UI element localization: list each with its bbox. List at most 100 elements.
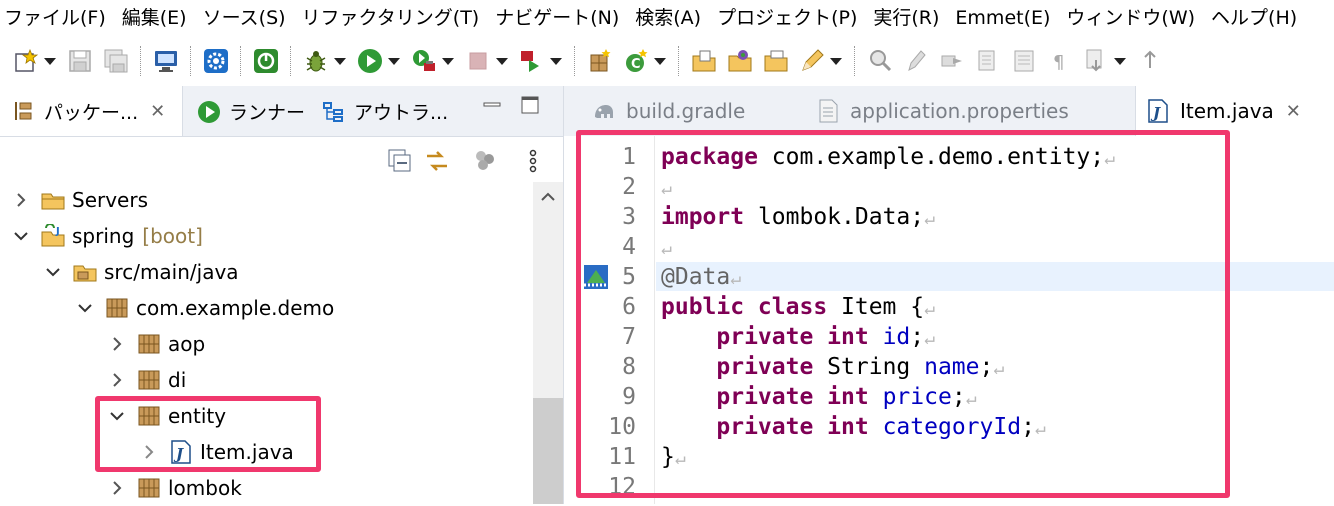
next-annotation-icon[interactable]: [938, 47, 966, 75]
filter-icon[interactable]: [472, 148, 498, 174]
tab-outline[interactable]: アウトラ...: [310, 86, 448, 136]
chevron-right-icon[interactable]: [108, 371, 126, 389]
outline-icon: [322, 100, 344, 122]
menu-navigate[interactable]: ナビゲート(N): [487, 0, 627, 36]
tree-item-com-example-demo[interactable]: com.example.demo: [76, 290, 334, 326]
tree-item-aop[interactable]: aop: [108, 326, 205, 362]
menu-help[interactable]: ヘルプ(H): [1203, 0, 1305, 36]
tab-runner[interactable]: ランナー: [185, 86, 305, 136]
chevron-right-icon[interactable]: [108, 335, 126, 353]
deploy-icon[interactable]: [518, 47, 546, 75]
chevron-down-icon[interactable]: [44, 263, 62, 281]
highlight-box-editor: [576, 130, 1230, 498]
pen-icon[interactable]: [798, 47, 826, 75]
tree-item-label: di: [168, 368, 187, 392]
menu-source[interactable]: ソース(S): [195, 0, 294, 36]
tree-item-src-main-java[interactable]: src/main/java: [44, 254, 239, 290]
collapse-all-icon[interactable]: [387, 148, 413, 174]
save-all-icon[interactable]: [102, 47, 130, 75]
tab-package-explorer[interactable]: パッケー... ✕: [0, 86, 183, 136]
tab-build-gradle[interactable]: build.gradle: [582, 86, 745, 136]
menu-run[interactable]: 実行(R): [865, 0, 947, 36]
tree-item-lombok[interactable]: lombok: [108, 470, 242, 506]
run-dropdown[interactable]: [388, 47, 400, 75]
tree-item-spring[interactable]: J spring [boot]: [12, 218, 203, 254]
tree-item-label: aop: [168, 332, 206, 356]
menu-edit[interactable]: 編集(E): [114, 0, 195, 36]
open-task-icon[interactable]: [726, 47, 754, 75]
package-icon: [104, 296, 130, 320]
prev-annotation-icon[interactable]: [974, 47, 1002, 75]
marker-icon[interactable]: [902, 47, 930, 75]
tree-item-di[interactable]: di: [108, 362, 186, 398]
run-icon[interactable]: [356, 47, 384, 75]
menu-search[interactable]: 検索(A): [627, 0, 709, 36]
new-file-icon[interactable]: [12, 47, 40, 75]
tab-label: build.gradle: [626, 99, 746, 123]
chevron-down-icon[interactable]: [12, 227, 30, 245]
chevron-down-icon[interactable]: [76, 299, 94, 317]
close-icon[interactable]: ✕: [1286, 101, 1301, 122]
deploy-dropdown[interactable]: [550, 47, 562, 75]
next-edit-icon[interactable]: [1082, 47, 1110, 75]
tab-application-properties[interactable]: application.properties: [806, 86, 1069, 136]
new-class-icon[interactable]: C: [622, 47, 650, 75]
tab-item-java[interactable]: J Item.java ✕: [1135, 86, 1334, 136]
menu-emmet[interactable]: Emmet(E): [947, 0, 1058, 36]
tree-item-label: com.example.demo: [136, 296, 335, 320]
menu-project[interactable]: プロジェクト(P): [709, 0, 865, 36]
package-icon: [136, 368, 162, 392]
search-icon[interactable]: [866, 47, 894, 75]
boot-decoration: [boot]: [142, 224, 203, 248]
package-explorer-icon: [12, 100, 34, 122]
chevron-right-icon[interactable]: [108, 479, 126, 497]
stop-icon[interactable]: [464, 47, 492, 75]
editor-panel: build.gradle application.properties J It…: [563, 86, 1334, 504]
tree-item-label: Servers: [72, 188, 149, 212]
save-icon[interactable]: [66, 47, 94, 75]
toolbar-separator: [854, 46, 856, 76]
pen-dropdown[interactable]: [830, 47, 842, 75]
debug-bug-icon[interactable]: [302, 47, 330, 75]
maximize-icon[interactable]: [521, 96, 539, 114]
gear-icon[interactable]: [202, 47, 230, 75]
prev-edit-icon[interactable]: [1136, 47, 1164, 75]
source-folder-icon: [72, 260, 98, 284]
new-dropdown[interactable]: [44, 47, 56, 75]
stop-dropdown[interactable]: [496, 47, 508, 75]
view-menu-icon[interactable]: [520, 148, 546, 174]
properties-file-icon: [816, 99, 840, 123]
tree-item-servers[interactable]: Servers: [12, 182, 148, 218]
toolbar-separator: [240, 46, 242, 76]
package-explorer-panel: パッケー... ✕ ランナー アウトラ... Servers J spring …: [0, 86, 563, 504]
menu-file[interactable]: ファイル(F): [0, 0, 114, 36]
tree-scrollbar[interactable]: [533, 182, 563, 504]
external-tools-icon[interactable]: [410, 47, 438, 75]
open-folder-icon[interactable]: [762, 47, 790, 75]
next-edit-dropdown[interactable]: [1114, 47, 1126, 75]
menu-window[interactable]: ウィンドウ(W): [1058, 0, 1203, 36]
tree-item-label: spring: [72, 224, 135, 248]
tree-item-label: lombok: [168, 476, 242, 500]
spring-boot-icon[interactable]: [252, 47, 280, 75]
new-class-dropdown[interactable]: [654, 47, 666, 75]
toolbar-separator: [574, 46, 576, 76]
chevron-right-icon[interactable]: [12, 191, 30, 209]
close-icon[interactable]: ✕: [150, 101, 165, 122]
debug-dropdown[interactable]: [334, 47, 346, 75]
external-tools-dropdown[interactable]: [442, 47, 454, 75]
link-with-editor-icon[interactable]: [424, 148, 450, 174]
menu-refactor[interactable]: リファクタリング(T): [294, 0, 488, 36]
chevron-up-icon[interactable]: [533, 182, 563, 212]
open-type-icon[interactable]: [690, 47, 718, 75]
show-whitespace-icon[interactable]: ¶: [1046, 47, 1074, 75]
new-package-icon[interactable]: [586, 47, 614, 75]
monitor-icon[interactable]: [152, 47, 180, 75]
minimize-icon[interactable]: [483, 96, 501, 114]
block-selection-icon[interactable]: [1010, 47, 1038, 75]
menu-bar: ファイル(F) 編集(E) ソース(S) リファクタリング(T) ナビゲート(N…: [0, 0, 1334, 36]
tab-label: Item.java: [1180, 99, 1274, 123]
scrollbar-thumb[interactable]: [533, 398, 563, 504]
svg-text:¶: ¶: [1053, 52, 1064, 73]
toolbar-separator: [678, 46, 680, 76]
